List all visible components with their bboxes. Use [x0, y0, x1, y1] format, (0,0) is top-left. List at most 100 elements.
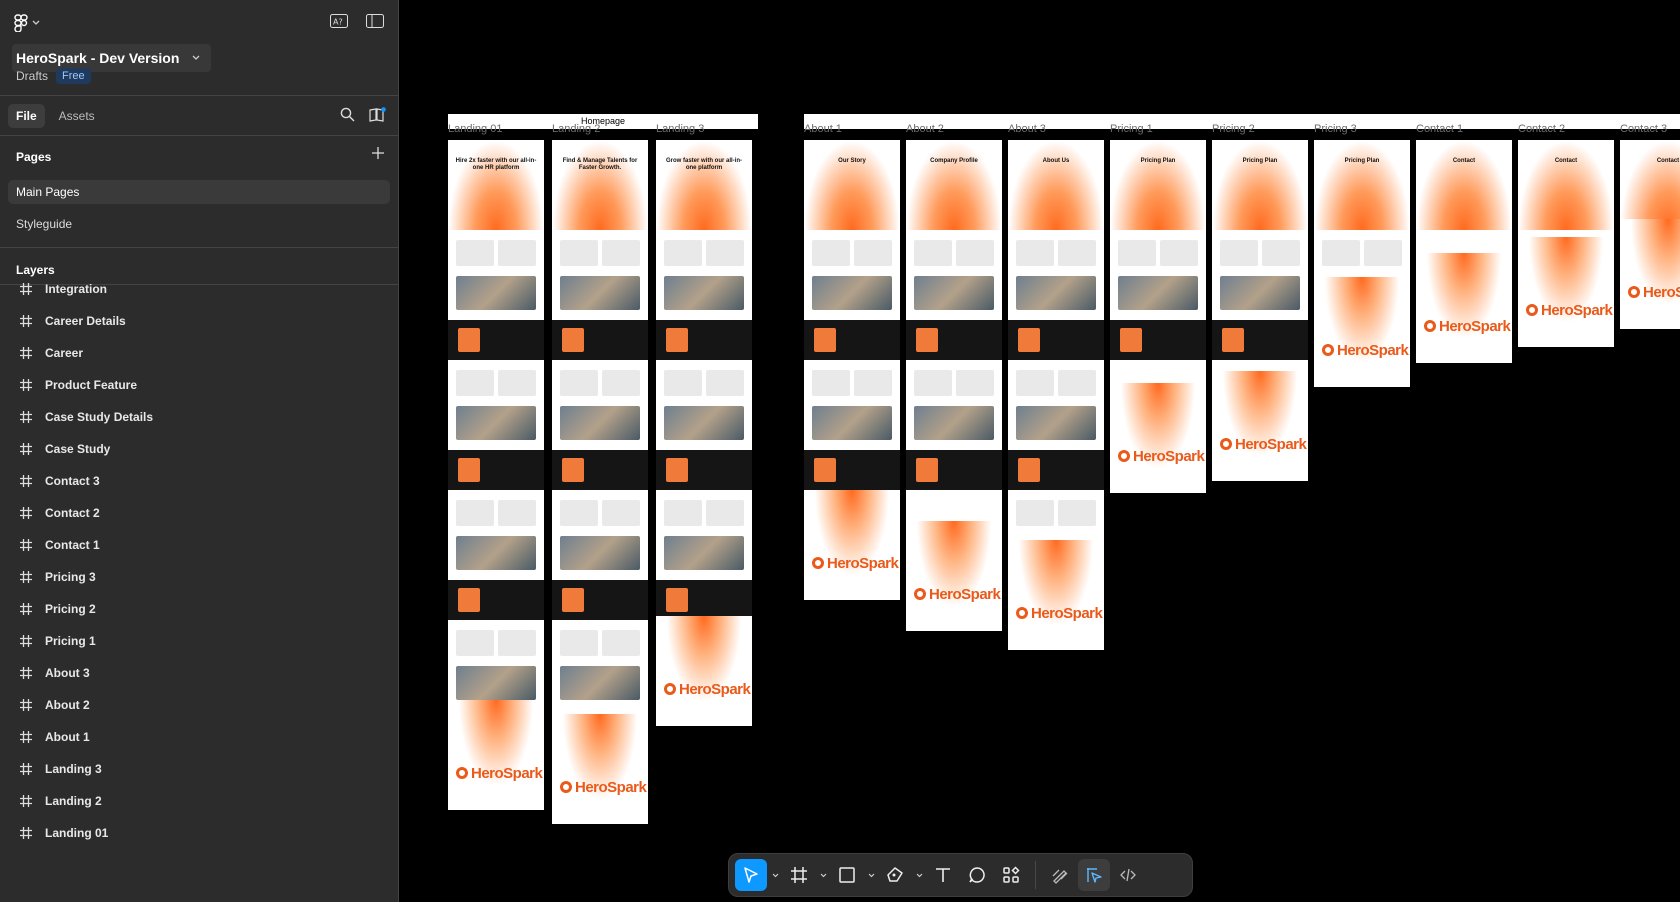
shape-tool-button[interactable] [831, 859, 863, 891]
page-frame[interactable]: Find & Manage Talents for Faster Growth.… [552, 140, 648, 824]
card-placeholder [1120, 328, 1142, 352]
layer-item[interactable]: Contact 2 [0, 497, 399, 529]
frame-tool-button[interactable] [783, 859, 815, 891]
page-frame[interactable]: Contact HeroSpark [1518, 140, 1614, 347]
image-placeholder [914, 276, 994, 310]
layer-item[interactable]: Pricing 1 [0, 625, 399, 657]
layer-item[interactable]: Pricing 3 [0, 561, 399, 593]
layer-label: Contact 2 [45, 506, 100, 520]
image-placeholder [1016, 406, 1096, 440]
page-frame[interactable]: Pricing Plan HeroSpark [1110, 140, 1206, 493]
frame-label[interactable]: Pricing 3 [1314, 123, 1357, 135]
layer-item[interactable]: About 2 [0, 689, 399, 721]
layer-item[interactable]: Case Study [0, 433, 399, 465]
page-frame[interactable]: Pricing Plan HeroSpark [1212, 140, 1308, 481]
frame-label[interactable]: Pricing 1 [1110, 123, 1153, 135]
frame-heading: About Us [1042, 158, 1070, 164]
layer-item[interactable]: Integration [0, 283, 399, 305]
frame-icon [19, 731, 32, 744]
card-placeholder [560, 500, 598, 526]
main-menu-button[interactable] [14, 14, 40, 32]
card-placeholder [814, 458, 836, 482]
add-page-icon[interactable] [372, 147, 384, 159]
frame-label[interactable]: Contact 1 [1416, 123, 1463, 135]
file-location[interactable]: Drafts [16, 69, 48, 83]
layer-label: Career [45, 346, 84, 360]
page-frame[interactable]: Company Profile HeroSpark [906, 140, 1002, 631]
move-tool-button[interactable] [735, 859, 767, 891]
frame-label[interactable]: About 1 [804, 123, 842, 135]
frame-icon [19, 347, 32, 360]
brand-mark-icon [812, 557, 824, 569]
layer-item[interactable]: Pricing 2 [0, 593, 399, 625]
image-placeholder [664, 276, 744, 310]
design-mode-button[interactable] [1078, 859, 1110, 891]
frame-label[interactable]: Contact 3 [1620, 123, 1667, 135]
page-item-main-pages[interactable]: Main Pages [8, 180, 390, 204]
frame-label[interactable]: Landing 2 [552, 123, 600, 135]
brand-mark-icon [456, 767, 468, 779]
layer-item[interactable]: Contact 3 [0, 465, 399, 497]
page-frame[interactable]: About Us HeroSpark [1008, 140, 1104, 650]
frame-heading: Pricing Plan [1344, 158, 1380, 164]
image-placeholder [812, 276, 892, 310]
layer-label: About 1 [45, 730, 90, 744]
frame-label[interactable]: About 3 [1008, 123, 1046, 135]
footer-section [1620, 219, 1680, 329]
brand-name: HeroSpark [471, 765, 543, 782]
pen-tool-button[interactable] [879, 859, 911, 891]
frame-label[interactable]: About 2 [906, 123, 944, 135]
page-frame[interactable]: Hire 2x faster with our all-in-one HR pl… [448, 140, 544, 810]
hero-section [1620, 140, 1680, 230]
page-frame[interactable]: Grow faster with our all-in-one platform… [656, 140, 752, 726]
layer-item[interactable]: Landing 2 [0, 785, 399, 817]
frame-icon [19, 283, 32, 296]
layer-item[interactable]: Career [0, 337, 399, 369]
layer-item[interactable]: Landing 01 [0, 817, 399, 849]
layer-item[interactable]: Career Details [0, 305, 399, 337]
tab-file[interactable]: File [8, 104, 45, 128]
card-placeholder [854, 370, 892, 396]
shape-tool-chevron-icon[interactable] [865, 873, 877, 878]
layer-item[interactable]: About 1 [0, 721, 399, 753]
footer-section [448, 700, 544, 810]
frame-label[interactable]: Pricing 2 [1212, 123, 1255, 135]
footer-section [1008, 540, 1104, 650]
page-item-styleguide[interactable]: Styleguide [8, 212, 390, 236]
page-frame[interactable]: Contact HeroSpark [1416, 140, 1512, 363]
card-placeholder [812, 240, 850, 266]
card-placeholder [1016, 500, 1054, 526]
actions-tool-button[interactable] [995, 859, 1027, 891]
text-tool-button[interactable] [927, 859, 959, 891]
brand-mark-icon [560, 781, 572, 793]
dev-mode-button[interactable] [1112, 859, 1144, 891]
page-frame[interactable]: Contact HeroSpark [1620, 140, 1680, 329]
page-frame[interactable]: Pricing Plan HeroSpark [1314, 140, 1410, 387]
comment-tool-button[interactable] [961, 859, 993, 891]
frame-label[interactable]: Contact 2 [1518, 123, 1565, 135]
layer-item[interactable]: Contact 1 [0, 529, 399, 561]
layer-item[interactable]: Case Study Details [0, 401, 399, 433]
card-placeholder [914, 370, 952, 396]
card-placeholder [1016, 240, 1054, 266]
frame-heading: Pricing Plan [1140, 158, 1176, 164]
move-tool-chevron-icon[interactable] [769, 873, 781, 878]
pen-tool-chevron-icon[interactable] [913, 873, 925, 878]
design-canvas[interactable]: Homepage Landing 01 Hire 2x faster with o… [400, 0, 1680, 902]
card-placeholder [1018, 328, 1040, 352]
layer-item[interactable]: Landing 3 [0, 753, 399, 785]
library-icon[interactable] [369, 107, 386, 122]
page-frame[interactable]: Our Story HeroSpark [804, 140, 900, 600]
frame-label[interactable]: Landing 3 [656, 123, 704, 135]
font-icon[interactable]: A? [330, 14, 348, 28]
brand-logo: HeroSpark [664, 681, 751, 698]
draw-mode-button[interactable] [1044, 859, 1076, 891]
file-menu-chevron-icon[interactable] [185, 47, 207, 69]
frame-label[interactable]: Landing 01 [448, 123, 502, 135]
layer-item[interactable]: Product Feature [0, 369, 399, 401]
search-icon[interactable] [340, 107, 355, 122]
toggle-sidebar-icon[interactable] [366, 14, 384, 28]
tab-assets[interactable]: Assets [51, 104, 103, 128]
layer-item[interactable]: About 3 [0, 657, 399, 689]
frame-tool-chevron-icon[interactable] [817, 873, 829, 878]
